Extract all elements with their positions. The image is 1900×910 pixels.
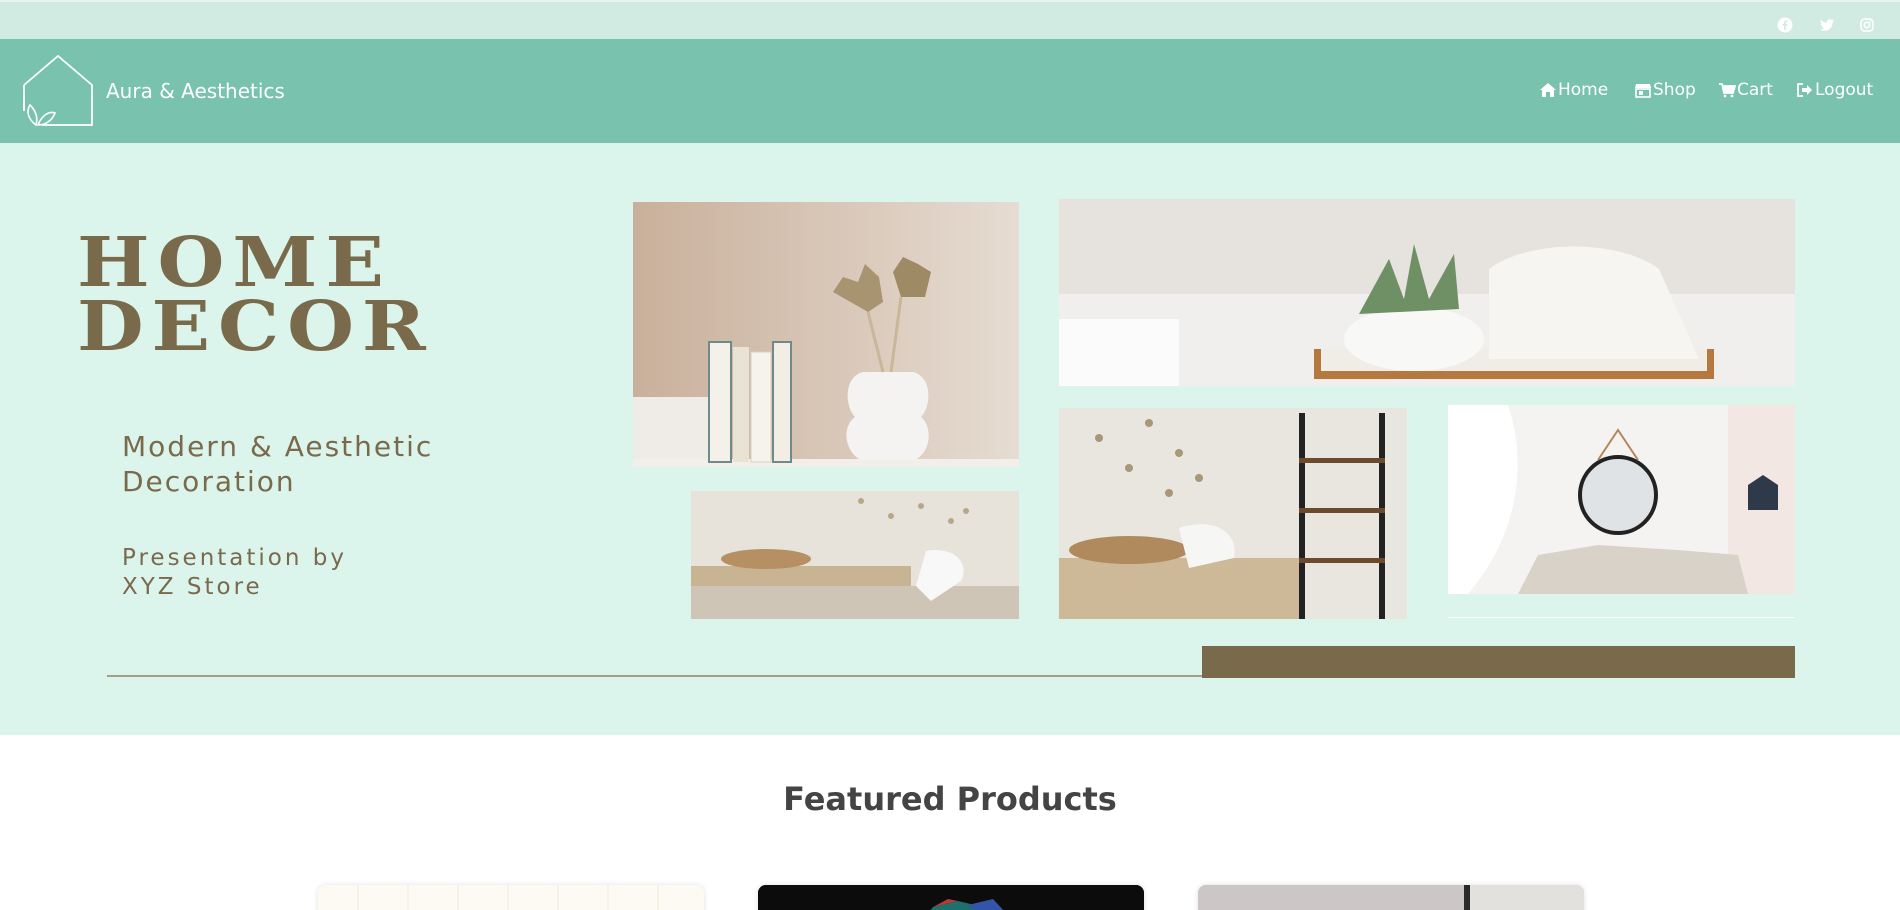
nav-shop-label: Shop — [1653, 80, 1696, 100]
featured-heading: Featured Products — [783, 780, 1117, 818]
photo-plant-tray — [1059, 199, 1795, 386]
sign-out-icon — [1797, 83, 1812, 97]
nav-cart[interactable]: Cart — [1718, 80, 1773, 100]
photo-shelf — [1059, 408, 1407, 619]
cart-icon — [1719, 83, 1736, 98]
product-image — [758, 885, 1144, 910]
photo-mirror — [1448, 405, 1795, 594]
nav-home[interactable]: Home — [1539, 80, 1608, 100]
photo-books-vase — [633, 202, 1019, 467]
brand-logo[interactable] — [22, 54, 96, 127]
hero-presenter-line-2: XYZ Store — [122, 574, 263, 600]
nav-home-label: Home — [1558, 80, 1609, 100]
product-card[interactable] — [1198, 885, 1584, 910]
hero-title-line-1: HOME — [77, 223, 392, 303]
nav-logout-label: Logout — [1815, 80, 1874, 100]
nav-logout[interactable]: Logout — [1796, 80, 1873, 100]
hero-title-line-2: DECOR — [77, 287, 434, 367]
instagram-icon[interactable] — [1858, 16, 1876, 34]
product-card[interactable] — [318, 885, 704, 910]
home-icon — [1540, 83, 1556, 97]
facebook-icon[interactable] — [1776, 16, 1794, 34]
hero-presenter: Presentation by XYZ Store — [122, 544, 482, 602]
nav-cart-label: Cart — [1737, 80, 1773, 100]
photo-dining-table — [691, 491, 1019, 619]
hero-title: HOME DECOR — [77, 223, 434, 367]
navbar: Aura & Aesthetics Home Shop Cart Logout — [0, 39, 1900, 143]
brand-name[interactable]: Aura & Aesthetics — [106, 79, 285, 103]
social-bar — [0, 0, 1900, 39]
hero-subtitle-line-2: Decoration — [122, 465, 296, 498]
nav-shop[interactable]: Shop — [1634, 80, 1696, 100]
product-image — [1198, 885, 1584, 910]
product-card[interactable] — [758, 885, 1144, 910]
twitter-icon[interactable] — [1818, 16, 1836, 34]
hero-accent-bar — [1202, 646, 1795, 678]
product-image — [318, 885, 704, 910]
hero-divider-thin — [1448, 617, 1794, 618]
hero-banner: HOME DECOR Modern & Aesthetic Decoration… — [0, 143, 1900, 735]
store-icon — [1635, 84, 1651, 98]
hero-divider — [107, 675, 1203, 677]
hero-subtitle-line-1: Modern & Aesthetic — [122, 430, 434, 463]
hero-subtitle: Modern & Aesthetic Decoration — [122, 429, 582, 499]
hero-presenter-line-1: Presentation by — [122, 545, 347, 571]
